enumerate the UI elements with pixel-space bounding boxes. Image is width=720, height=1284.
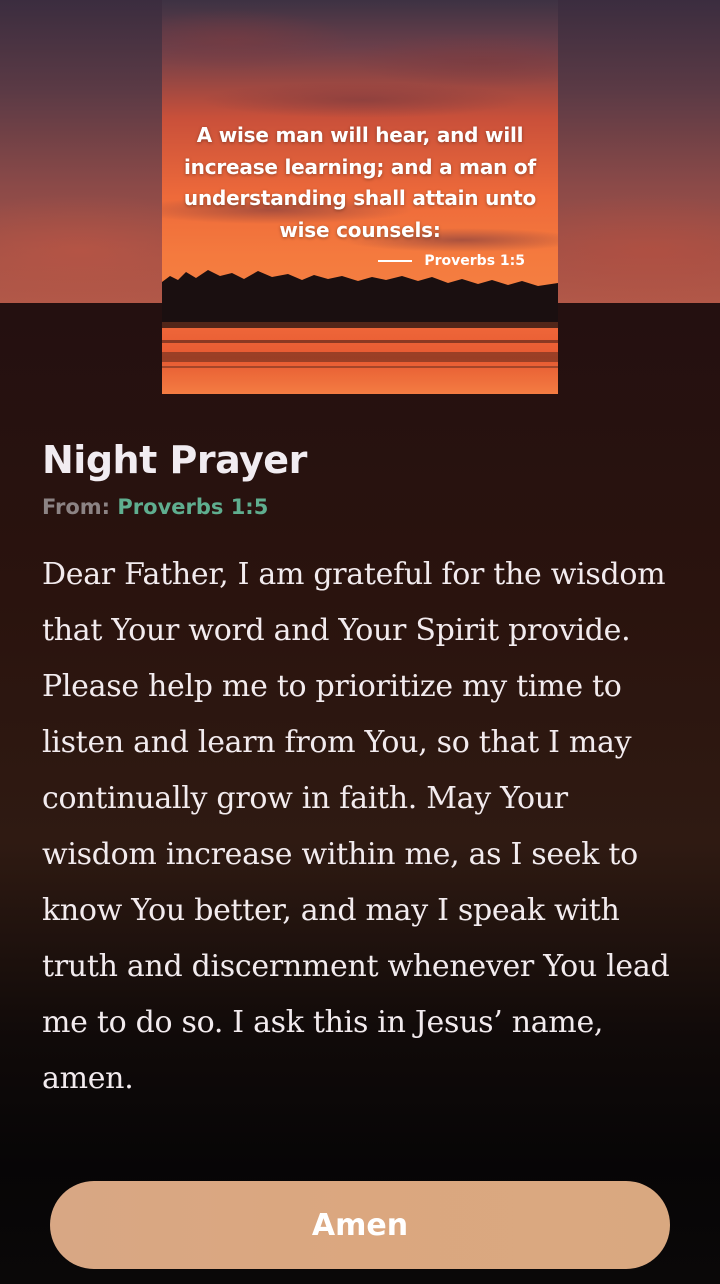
source-reference-link[interactable]: Proverbs 1:5 xyxy=(117,495,268,519)
verse-reference: Proverbs 1:5 xyxy=(378,253,525,269)
verse-reference-label: Proverbs 1:5 xyxy=(424,253,525,269)
page-title: Night Prayer xyxy=(42,438,307,482)
source-label: From: xyxy=(42,495,111,519)
verse-image-card: A wise man will hear, and will increase … xyxy=(162,0,558,394)
verse-quote-text: A wise man will hear, and will increase … xyxy=(183,123,537,242)
source-line: From: Proverbs 1:5 xyxy=(42,493,268,521)
reference-dash xyxy=(378,260,413,262)
prayer-body-text: Dear Father, I am grateful for the wisdo… xyxy=(42,557,670,1096)
amen-button[interactable]: Amen xyxy=(50,1181,670,1269)
